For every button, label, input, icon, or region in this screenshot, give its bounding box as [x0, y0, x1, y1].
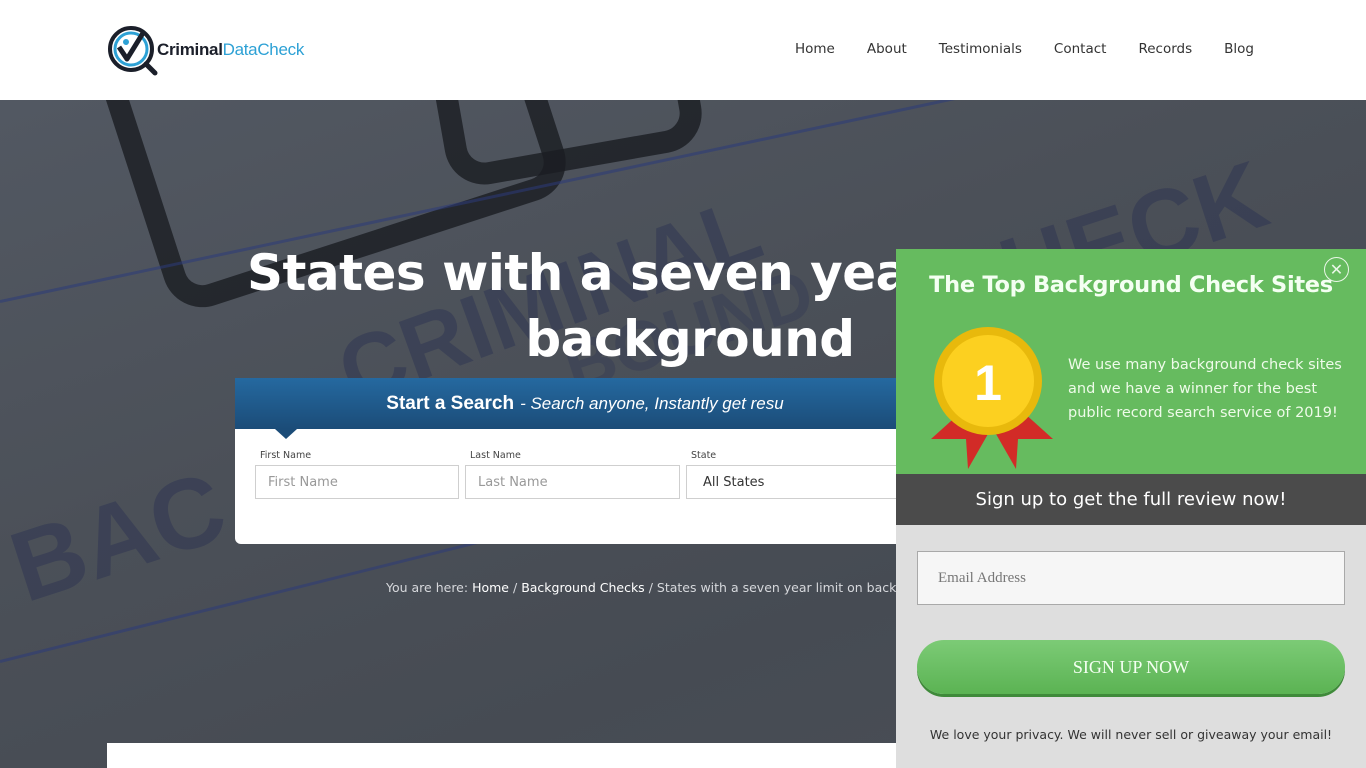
breadcrumb-background-checks[interactable]: Background Checks — [521, 580, 645, 595]
first-place-medal-icon: 1 — [926, 327, 1058, 472]
header-notch — [275, 429, 297, 439]
breadcrumb-home[interactable]: Home — [472, 580, 509, 595]
nav-records[interactable]: Records — [1138, 38, 1192, 60]
last-name-group: Last Name — [465, 450, 680, 499]
last-name-input[interactable] — [465, 465, 680, 499]
logo-magnifier-check-icon — [107, 25, 158, 76]
signup-popup: The Top Background Check Sites ✕ 1 We us… — [896, 249, 1366, 768]
first-name-group: First Name — [255, 450, 459, 499]
content-card — [107, 743, 907, 768]
logo-text: CriminalDataCheck — [157, 40, 305, 59]
first-name-label: First Name — [260, 450, 312, 461]
sign-up-button[interactable]: SIGN UP NOW — [917, 640, 1345, 694]
search-box-header: Start a Search - Search anyone, Instantl… — [235, 378, 915, 429]
logo[interactable]: CriminalDataCheck — [107, 25, 305, 76]
state-select[interactable]: All States ⌄ — [686, 465, 911, 499]
nav-blog[interactable]: Blog — [1224, 38, 1254, 60]
state-label: State — [691, 450, 717, 461]
site-header: CriminalDataCheck Home About Testimonial… — [0, 0, 1366, 100]
nav-testimonials[interactable]: Testimonials — [939, 38, 1022, 60]
email-input[interactable] — [917, 551, 1345, 605]
popup-cta-bar: Sign up to get the full review now! — [896, 474, 1366, 525]
close-icon[interactable]: ✕ — [1324, 257, 1349, 282]
breadcrumb-current: States with a seven year limit on backg — [656, 580, 905, 595]
last-name-label: Last Name — [470, 450, 521, 461]
breadcrumb: You are here: Home / Background Checks /… — [386, 580, 905, 595]
privacy-note: We love your privacy. We will never sell… — [929, 727, 1333, 742]
nav-home[interactable]: Home — [795, 38, 835, 60]
popup-title: The Top Background Check Sites — [929, 272, 1333, 298]
main-nav: Home About Testimonials Contact Records … — [795, 38, 1286, 60]
medal-number: 1 — [974, 355, 1002, 411]
popup-description: We use many background check sites and w… — [1068, 357, 1342, 421]
nav-about[interactable]: About — [867, 38, 907, 60]
state-group: State All States ⌄ — [686, 450, 911, 499]
nav-contact[interactable]: Contact — [1054, 38, 1107, 60]
first-name-input[interactable] — [255, 465, 459, 499]
search-box: Start a Search - Search anyone, Instantl… — [235, 378, 915, 544]
hero-bg-word: BAC — [0, 450, 239, 624]
